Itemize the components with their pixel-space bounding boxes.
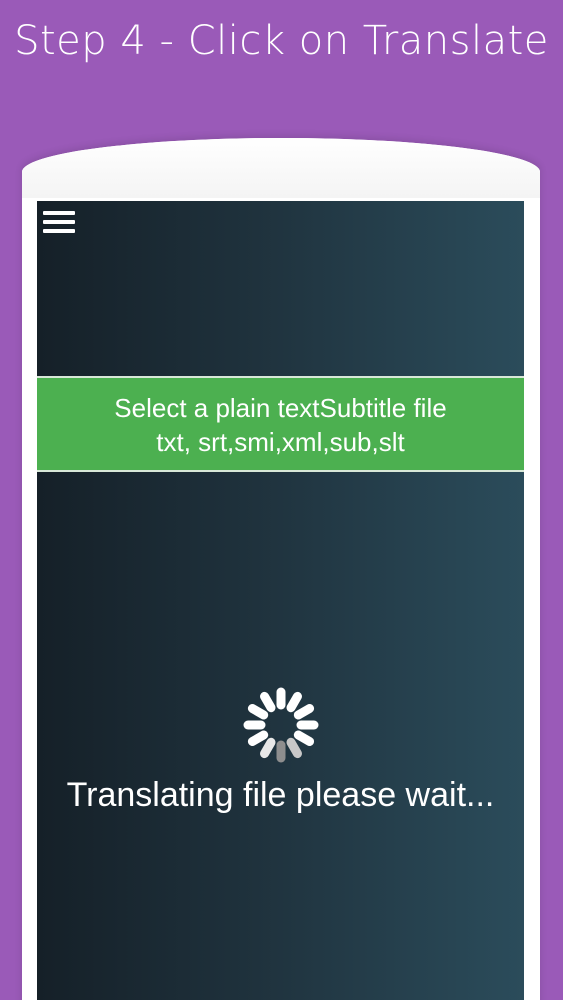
loading-spinner-icon	[243, 687, 319, 763]
file-select-label-line1: Select a plain textSubtitle file	[114, 393, 447, 423]
file-select-label-line2: txt, srt,smi,xml,sub,slt	[156, 427, 405, 457]
promo-page: Step 4 - Click on Translate Select a pla…	[0, 0, 563, 1000]
app-screen: Select a plain textSubtitle file txt, sr…	[37, 201, 524, 1000]
select-subtitle-file-button[interactable]: Select a plain textSubtitle file txt, sr…	[37, 376, 524, 472]
hamburger-menu-icon[interactable]	[43, 211, 75, 237]
loading-message: Translating file please wait...	[66, 776, 495, 814]
promo-title: Step 4 - Click on Translate	[14, 18, 549, 64]
